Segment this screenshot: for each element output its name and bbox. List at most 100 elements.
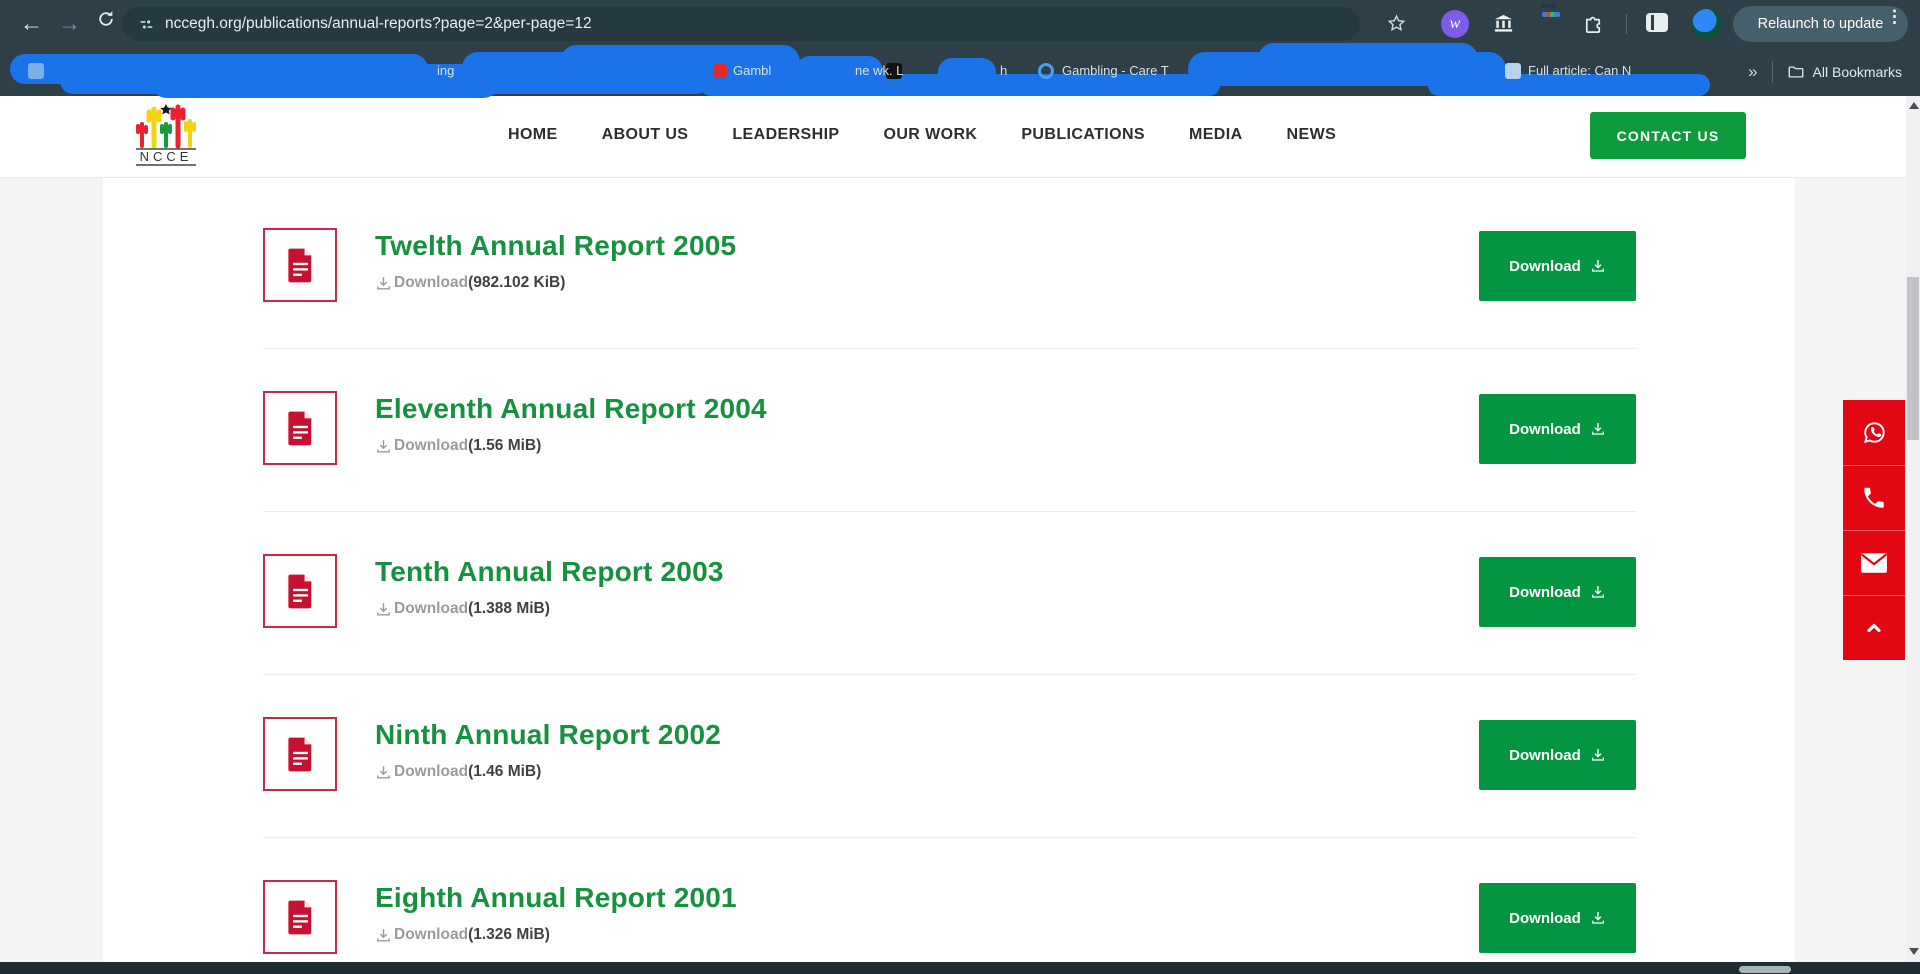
window-bottom-edge xyxy=(0,962,1920,974)
scrollbar-down-arrow[interactable] xyxy=(1909,948,1919,955)
download-icon xyxy=(1590,421,1606,437)
whatsapp-icon xyxy=(1861,419,1888,446)
row-divider xyxy=(263,674,1636,675)
redaction-scribble xyxy=(470,66,710,94)
download-label: Download xyxy=(394,274,468,292)
svg-text:NCCE: NCCE xyxy=(140,149,193,164)
report-row: Ninth Annual Report 2002 Download(1.46 M… xyxy=(263,717,1636,842)
extension-w-icon[interactable]: w xyxy=(1441,10,1469,38)
nav-leadership[interactable]: LEADERSHIP xyxy=(732,126,839,144)
report-title-link[interactable]: Eighth Annual Report 2001 xyxy=(375,882,737,914)
bookmark-favicon[interactable] xyxy=(713,64,727,78)
file-size: (1.388 MiB) xyxy=(468,600,550,618)
contact-us-label: CONTACT US xyxy=(1617,128,1720,144)
nav-home[interactable]: HOME xyxy=(508,126,558,144)
bookmark-item[interactable]: ing xyxy=(437,63,454,78)
nav-news[interactable]: NEWS xyxy=(1287,126,1337,144)
bookmark-item[interactable]: h xyxy=(1000,63,1007,78)
wayback-bank-icon[interactable] xyxy=(1492,12,1515,40)
nav-media[interactable]: MEDIA xyxy=(1189,126,1243,144)
url-text: nccegh.org/publications/annual-reports?p… xyxy=(165,15,592,33)
site-info-icon[interactable] xyxy=(138,16,155,33)
download-label: Download xyxy=(394,437,468,455)
report-title-link[interactable]: Ninth Annual Report 2002 xyxy=(375,719,721,751)
bookmark-favicon[interactable] xyxy=(28,63,44,79)
download-icon xyxy=(1590,584,1606,600)
download-label: Download xyxy=(394,763,468,781)
main-navigation: HOME ABOUT US LEADERSHIP OUR WORK PUBLIC… xyxy=(508,126,1336,144)
all-bookmarks-button[interactable]: All Bookmarks xyxy=(1787,63,1912,81)
bookmark-item[interactable]: ne wk. L xyxy=(855,63,903,78)
bookmark-item[interactable]: Gambl xyxy=(733,63,771,78)
download-button-label: Download xyxy=(1509,421,1581,438)
file-size: (1.326 MiB) xyxy=(468,926,550,944)
report-download-link[interactable]: Download(1.46 MiB) xyxy=(375,763,541,781)
bookmark-item[interactable]: Gambling - Care T xyxy=(1062,63,1169,78)
email-icon xyxy=(1860,552,1888,574)
report-row: Twelth Annual Report 2005 Download(982.1… xyxy=(263,228,1636,353)
row-divider xyxy=(263,837,1636,838)
report-download-link[interactable]: Download(1.326 MiB) xyxy=(375,926,550,944)
phone-button[interactable] xyxy=(1843,465,1905,530)
reload-icon[interactable] xyxy=(96,8,116,34)
report-download-link[interactable]: Download(982.102 KiB) xyxy=(375,274,565,292)
report-row: Tenth Annual Report 2003 Download(1.388 … xyxy=(263,554,1636,679)
download-button[interactable]: Download xyxy=(1479,557,1636,627)
bookmarks-overflow-icon[interactable]: » xyxy=(1748,62,1757,82)
download-button[interactable]: Download xyxy=(1479,720,1636,790)
nav-our-work[interactable]: OUR WORK xyxy=(884,126,978,144)
forward-icon[interactable]: → xyxy=(58,10,81,36)
download-icon xyxy=(375,927,392,944)
toolbar-divider xyxy=(1626,14,1627,34)
floating-action-stack xyxy=(1843,400,1905,660)
download-label: Download xyxy=(394,600,468,618)
report-download-link[interactable]: Download(1.388 MiB) xyxy=(375,600,550,618)
row-divider xyxy=(263,511,1636,512)
report-row: Eighth Annual Report 2001 Download(1.326… xyxy=(263,880,1636,974)
contact-us-button[interactable]: CONTACT US xyxy=(1590,112,1746,159)
relaunch-to-update-button[interactable]: Relaunch to update xyxy=(1733,6,1908,42)
nav-publications[interactable]: PUBLICATIONS xyxy=(1021,126,1145,144)
bookmark-item[interactable]: Full article: Can N xyxy=(1528,63,1631,78)
phone-icon xyxy=(1861,485,1887,511)
pdf-file-icon xyxy=(263,880,337,954)
download-button[interactable]: Download xyxy=(1479,231,1636,301)
back-icon[interactable]: ← xyxy=(20,10,43,36)
ncce-logo[interactable]: NCCE xyxy=(128,102,204,168)
pdf-file-icon xyxy=(263,391,337,465)
report-title-link[interactable]: Eleventh Annual Report 2004 xyxy=(375,393,767,425)
download-button[interactable]: Download xyxy=(1479,883,1636,953)
report-row: Eleventh Annual Report 2004 Download(1.5… xyxy=(263,391,1636,516)
report-title-link[interactable]: Tenth Annual Report 2003 xyxy=(375,556,724,588)
bottom-edge-pill xyxy=(1739,966,1791,973)
file-size: (982.102 KiB) xyxy=(468,274,565,292)
nav-about-us[interactable]: ABOUT US xyxy=(602,126,689,144)
download-button-label: Download xyxy=(1509,584,1581,601)
profile-avatar[interactable] xyxy=(1692,9,1722,39)
menu-kebab-icon[interactable]: ⋮ xyxy=(1886,13,1892,20)
address-bar[interactable]: nccegh.org/publications/annual-reports?p… xyxy=(122,7,1360,41)
bookmark-favicon[interactable] xyxy=(1038,63,1054,79)
scrollbar-track[interactable] xyxy=(1906,96,1920,962)
report-download-link[interactable]: Download(1.56 MiB) xyxy=(375,437,541,455)
bookmark-star-icon[interactable] xyxy=(1386,13,1407,39)
bookmarks-divider xyxy=(1772,61,1773,83)
chevron-up-icon xyxy=(1862,616,1886,640)
whatsapp-button[interactable] xyxy=(1843,400,1905,465)
download-icon xyxy=(375,438,392,455)
extensions-puzzle-icon[interactable] xyxy=(1582,12,1605,40)
download-button-label: Download xyxy=(1509,747,1581,764)
row-divider xyxy=(263,348,1636,349)
scrollbar-thumb[interactable] xyxy=(1907,277,1919,440)
redaction-scribble xyxy=(1258,43,1478,75)
all-bookmarks-label: All Bookmarks xyxy=(1813,64,1902,80)
side-panel-icon[interactable] xyxy=(1646,13,1668,32)
bookmark-favicon[interactable] xyxy=(1505,63,1521,79)
scrollbar-up-arrow[interactable] xyxy=(1909,102,1919,109)
download-icon xyxy=(1590,258,1606,274)
email-button[interactable] xyxy=(1843,530,1905,595)
report-title-link[interactable]: Twelth Annual Report 2005 xyxy=(375,230,736,262)
scroll-to-top-button[interactable] xyxy=(1843,595,1905,660)
download-button[interactable]: Download xyxy=(1479,394,1636,464)
file-size: (1.56 MiB) xyxy=(468,437,541,455)
